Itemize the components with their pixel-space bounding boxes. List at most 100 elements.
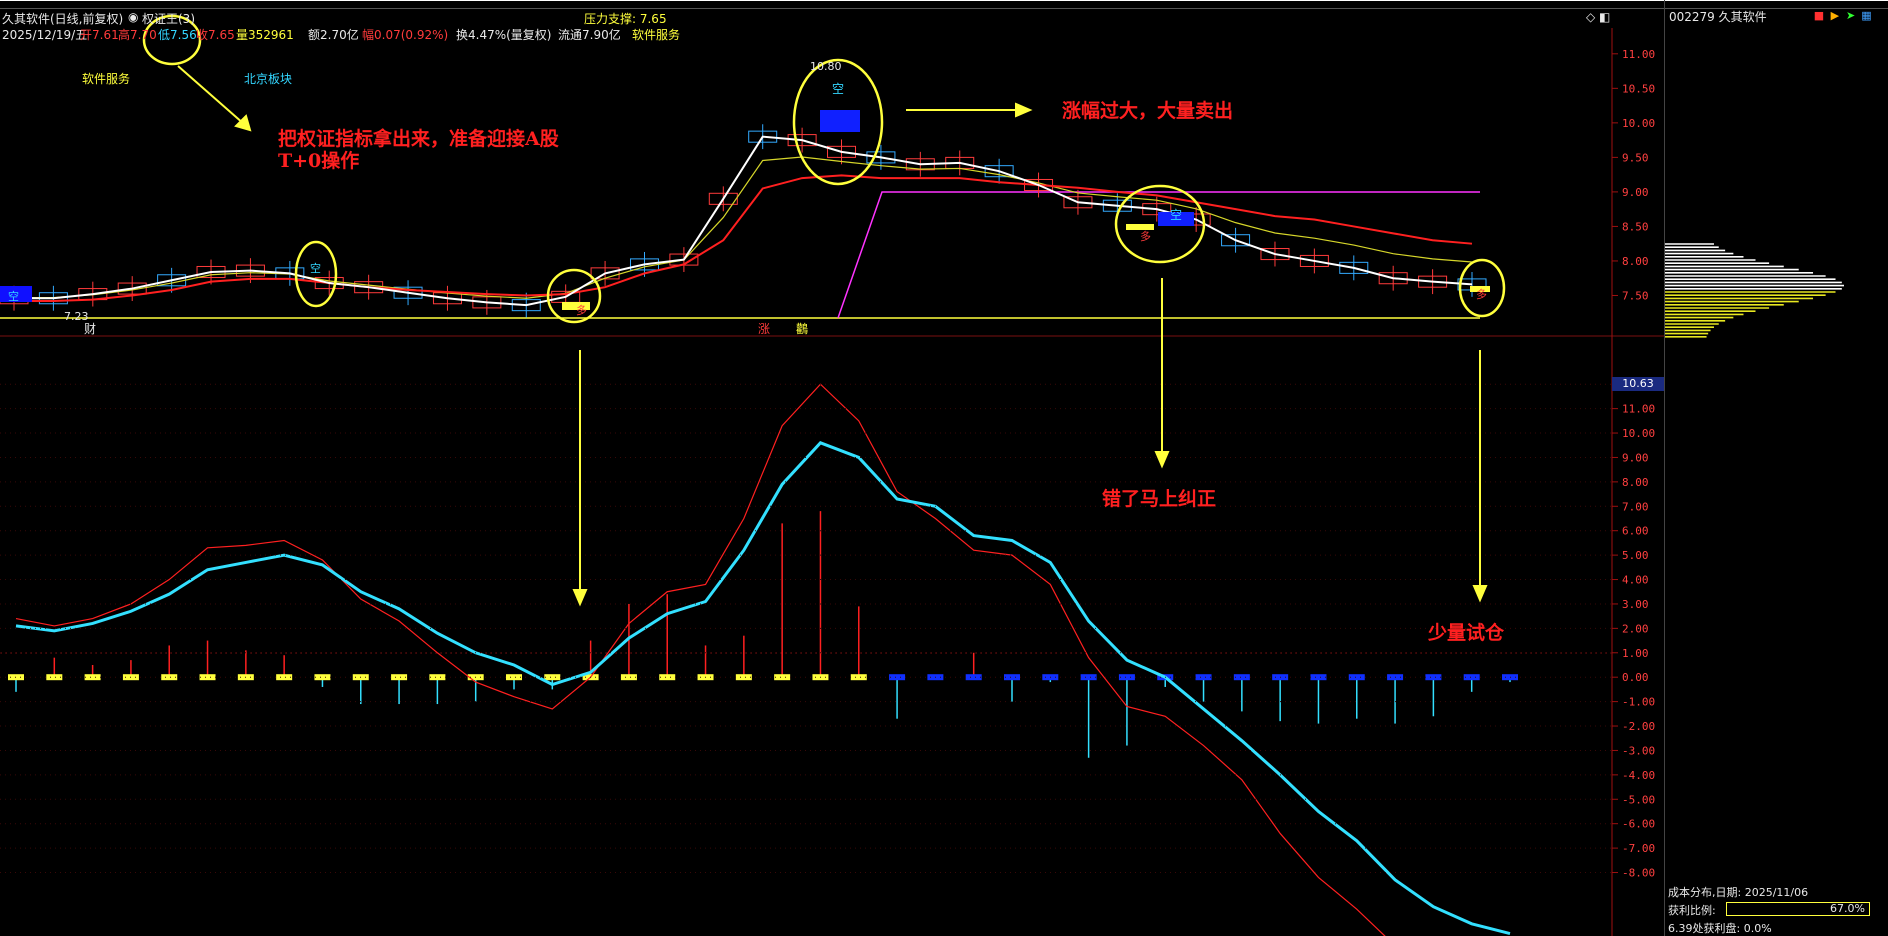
high-label: 高7.70: [118, 28, 157, 42]
duo-marker-3: 多: [1476, 288, 1487, 301]
histogram-marker: [659, 674, 676, 681]
pressure-label: 压力支撑: 7.65: [584, 12, 667, 26]
histogram-marker: [774, 674, 791, 681]
histogram-marker: [1310, 674, 1327, 681]
ind-tick-label: 7.00: [1622, 500, 1649, 513]
pressure-line: [837, 191, 1480, 319]
histogram-marker: [1348, 674, 1365, 681]
kong-marker-1: 空: [310, 262, 321, 275]
zhang-marker: 涨: [758, 322, 771, 336]
cost-distribution-box: 成本分布,日期: 2025/11/06 获利比例: 67.0% 6.39处获利盘…: [1664, 882, 1888, 936]
histogram-marker: [620, 674, 637, 681]
arrow-down-2-head: [572, 589, 588, 607]
indicator-name[interactable]: 权证王(3): [142, 10, 195, 27]
ind-tick-label: 8.00: [1622, 476, 1649, 489]
histogram-marker: [1425, 674, 1442, 681]
histogram-marker: [1118, 674, 1135, 681]
stock-title: 久其软件(日线,前复权): [2, 12, 124, 26]
indicator-histogram-group: [8, 511, 1518, 758]
histogram-marker: [889, 674, 906, 681]
indicator-axis-ticks: 12.0011.0010.009.008.007.006.005.004.003…: [0, 378, 1655, 880]
histogram-marker: [544, 674, 561, 681]
price-tick-label: 8.00: [1622, 255, 1649, 268]
panel-toolbar: ■ ▶ ➤ ▦: [1813, 8, 1872, 22]
price-tick-label: 8.50: [1622, 220, 1649, 233]
indicator-lines-group: [15, 383, 1511, 936]
low-label: 低7.56: [158, 28, 197, 42]
price-tick-label: 11.00: [1622, 48, 1655, 61]
ind-tick-label: 11.00: [1622, 403, 1655, 416]
ind-tick-label: 6.00: [1622, 525, 1649, 538]
volume-label: 量352961: [236, 28, 294, 42]
price-ma-group: [14, 135, 1473, 307]
histogram-marker: [314, 674, 331, 681]
histogram-marker: [429, 674, 446, 681]
date-label: 2025/12/19/五: [2, 28, 88, 42]
high-marker: 10.80: [810, 60, 842, 73]
histogram-marker: [84, 674, 101, 681]
grid-icon[interactable]: ▦: [1860, 10, 1872, 22]
float-label: 流通7.90亿: [558, 28, 621, 42]
play-icon[interactable]: ▶: [1829, 10, 1841, 22]
histogram-marker: [1080, 674, 1097, 681]
histogram-marker: [850, 674, 867, 681]
arrow-down-3-head: [1472, 585, 1488, 603]
annotation-t0: T+0操作: [278, 150, 360, 172]
open-label: 开7.61: [80, 28, 119, 42]
ind-tick-label: 10.00: [1622, 427, 1655, 440]
ind-tick-label: -3.00: [1622, 744, 1655, 757]
ind-tick-label: -7.00: [1622, 842, 1655, 855]
histogram-marker: [965, 674, 982, 681]
arrow-icon[interactable]: ➤: [1845, 10, 1857, 22]
histogram-marker: [391, 674, 408, 681]
ma-red-line: [14, 174, 1473, 302]
cai-marker: 财: [84, 322, 97, 336]
ind-tick-label: -8.00: [1622, 867, 1655, 880]
arrow-right-head: [1015, 102, 1033, 118]
indicator-select-icon[interactable]: ◉: [128, 10, 138, 24]
histogram-marker: [161, 674, 178, 681]
settings-icon[interactable]: ◇ ◧: [1586, 10, 1610, 24]
duo-marker-1: 多: [576, 304, 587, 317]
window-icon[interactable]: ■: [1813, 10, 1825, 22]
price-tick-label: 7.50: [1622, 289, 1649, 302]
annotation-small-trial: 少量试仓: [1428, 622, 1505, 644]
arrow-diag: [177, 65, 245, 125]
duo-marker-2: 多: [1140, 230, 1151, 243]
cost-title: 成本分布,日期: 2025/11/06: [1668, 886, 1809, 899]
ma-yellow-line: [14, 156, 1473, 299]
tag-beijing[interactable]: 北京板块: [244, 70, 292, 87]
ind-tick-label: -6.00: [1622, 818, 1655, 831]
arrow-down-1-head: [1154, 451, 1170, 469]
ind-tick-label: 0.00: [1622, 671, 1649, 684]
ind-tick-label: -4.00: [1622, 769, 1655, 782]
profit-ratio-bar: 67.0%: [1726, 902, 1870, 916]
ind-tick-label: -1.00: [1622, 696, 1655, 709]
ind-tick-label: -2.00: [1622, 720, 1655, 733]
annotation-big-rise: 涨幅过大，大量卖出: [1062, 100, 1234, 122]
histogram-marker: [199, 674, 216, 681]
ind-tick-label: 9.00: [1622, 451, 1649, 464]
ind-tick-label: 1.00: [1622, 647, 1649, 660]
price-tick-label: 9.00: [1622, 186, 1649, 199]
profit-at-label: 6.39处获利盘: 0.0%: [1668, 922, 1772, 935]
histogram-marker: [506, 674, 522, 681]
kong-marker-2: 空: [1170, 208, 1183, 222]
ind-tick-label: 4.00: [1622, 574, 1649, 587]
candles-group: [0, 124, 1487, 318]
change-label: 幅0.07(0.92%): [362, 28, 449, 42]
tag-software[interactable]: 软件服务: [82, 70, 130, 87]
histogram-marker: [1195, 674, 1212, 681]
current-value-badge: 10.63: [1612, 377, 1664, 391]
histogram-marker: [276, 674, 293, 681]
ind-tick-label: 5.00: [1622, 549, 1649, 562]
histogram-marker: [1233, 674, 1250, 681]
indicator-cyan-line: [15, 441, 1511, 936]
amount-label: 额2.70亿: [308, 28, 359, 42]
highlight-ellipse-duo1: [546, 268, 602, 324]
code-name: 002279 久其软件: [1669, 10, 1767, 24]
histogram-marker: [735, 674, 752, 681]
price-tick-label: 10.50: [1622, 82, 1655, 95]
signal-box-kong-top: [820, 110, 860, 132]
annotation-wrong-correct: 错了马上纠正: [1102, 488, 1217, 510]
